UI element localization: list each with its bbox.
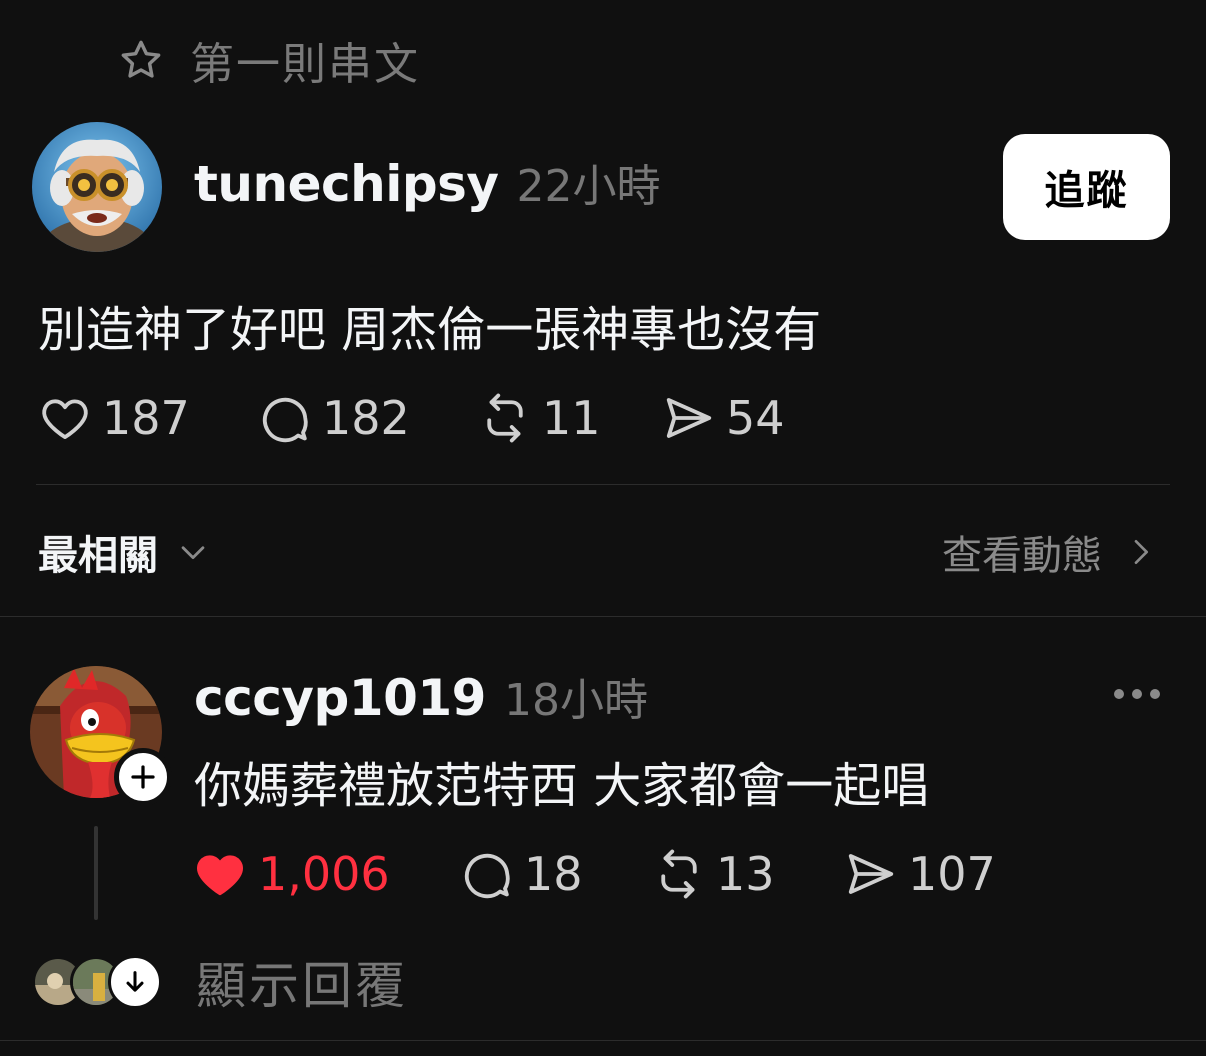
- repost-icon: [661, 849, 697, 899]
- username[interactable]: tunechipsy: [194, 155, 499, 213]
- divider: [36, 484, 1170, 485]
- follow-button[interactable]: 追蹤: [1003, 134, 1170, 240]
- post-time: 22小時: [516, 161, 661, 212]
- dot: [1150, 689, 1160, 699]
- comment-button[interactable]: 182: [258, 391, 478, 445]
- sort-label: 最相關: [38, 533, 158, 579]
- activity-label: 查看動態: [942, 533, 1102, 579]
- reply-comment-button[interactable]: 18: [460, 847, 652, 901]
- avatar[interactable]: [32, 122, 162, 252]
- star-outline-icon: [121, 40, 161, 78]
- post-actions: 187 182 11 54: [38, 388, 785, 448]
- expand-replies-button[interactable]: [108, 955, 162, 1009]
- chevron-right-icon: [1134, 540, 1148, 564]
- reply-content: 你媽葬禮放范特西 大家都會一起唱: [194, 758, 930, 814]
- divider: [0, 1040, 1206, 1041]
- more-options-button[interactable]: [1114, 676, 1160, 712]
- reply-like-button[interactable]: 1,006: [192, 846, 460, 902]
- comment-icon: [464, 853, 510, 899]
- heart-filled-icon: [197, 855, 243, 896]
- pinned-label: 第一則串文: [190, 39, 420, 90]
- sort-dropdown[interactable]: 最相關: [38, 523, 210, 581]
- reply-share-button[interactable]: 107: [844, 847, 996, 901]
- reply-repost-count: 13: [716, 847, 775, 901]
- reply-username[interactable]: cccyp1019: [194, 669, 486, 727]
- plus-icon: [131, 765, 155, 789]
- reply-repost-button[interactable]: 13: [652, 847, 844, 901]
- arrow-down-icon: [126, 971, 144, 992]
- view-activity-link[interactable]: 查看動態: [942, 523, 1156, 581]
- like-button[interactable]: 187: [38, 391, 258, 445]
- heart-outline-icon: [42, 399, 88, 440]
- follow-plus-button[interactable]: [114, 748, 172, 806]
- share-count: 54: [726, 391, 785, 445]
- send-icon: [848, 854, 894, 894]
- comment-icon: [262, 397, 308, 443]
- share-button[interactable]: 54: [662, 391, 785, 445]
- reply-comment-count: 18: [524, 847, 583, 901]
- pinned-thread-header: 第一則串文: [118, 30, 420, 90]
- reply-time: 18小時: [503, 675, 648, 726]
- chevron-down-icon: [181, 546, 205, 560]
- show-replies-label: 顯示回覆: [196, 957, 408, 1015]
- post-content: 別造神了好吧 周杰倫一張神專也沒有: [38, 302, 822, 358]
- like-count: 187: [102, 391, 190, 445]
- thread-line: [94, 826, 98, 920]
- send-icon: [666, 398, 712, 438]
- repost-button[interactable]: 11: [478, 391, 662, 445]
- reply-actions: 1,006 18 13 107: [192, 844, 996, 904]
- reply-header: cccyp1019 18小時: [194, 664, 648, 728]
- divider: [0, 616, 1206, 617]
- dot: [1132, 689, 1142, 699]
- reply-share-count: 107: [908, 847, 996, 901]
- comment-count: 182: [322, 391, 410, 445]
- show-replies-row[interactable]: 顯示回覆: [32, 950, 408, 1015]
- dot: [1114, 689, 1124, 699]
- post-header: tunechipsy 22小時: [194, 150, 661, 214]
- repost-count: 11: [542, 391, 601, 445]
- reply-like-count: 1,006: [258, 847, 390, 901]
- repost-icon: [487, 393, 523, 443]
